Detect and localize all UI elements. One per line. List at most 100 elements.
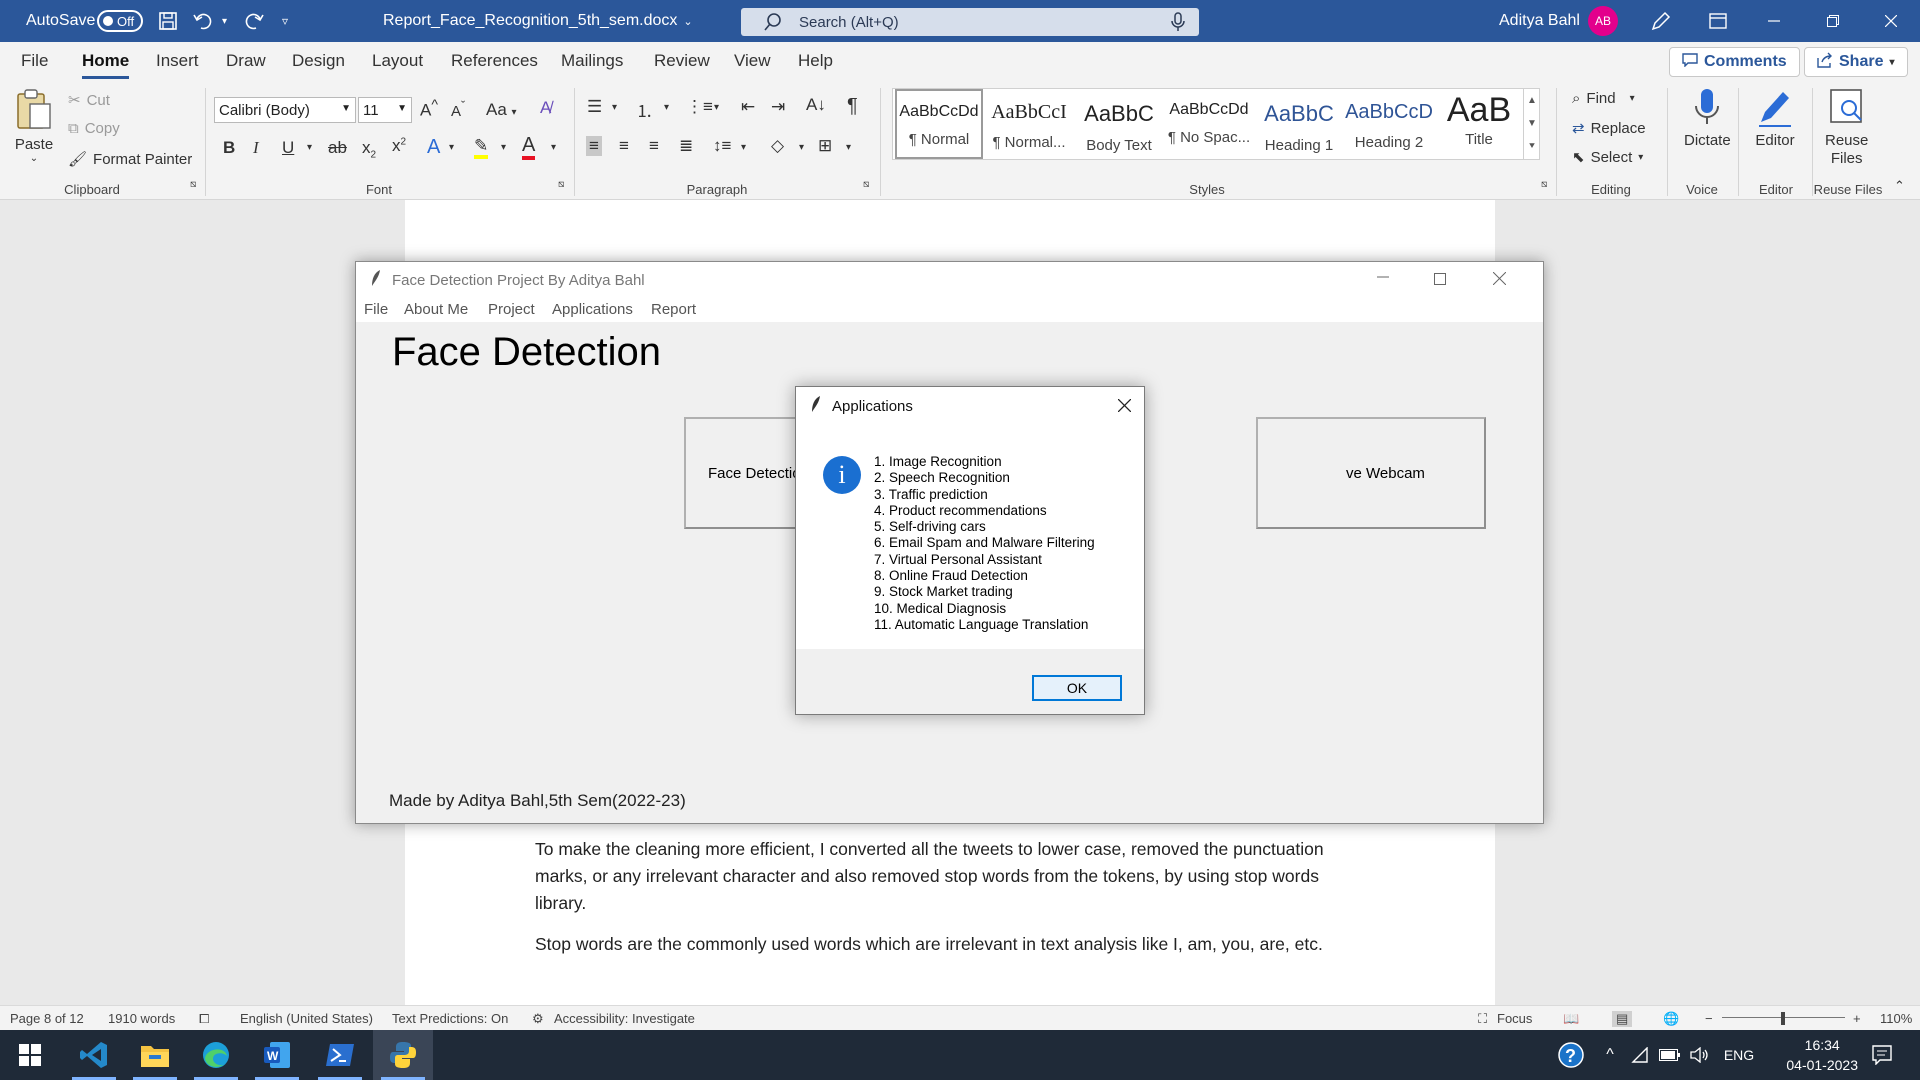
text-effects-icon[interactable]: A: [427, 136, 440, 159]
restore-icon[interactable]: [1804, 0, 1862, 42]
strikethrough-icon[interactable]: ab: [328, 138, 347, 158]
app-menu-project[interactable]: Project: [488, 301, 535, 318]
redo-icon[interactable]: [242, 0, 264, 42]
close-icon[interactable]: [1862, 0, 1920, 42]
numbering-icon[interactable]: ⒈: [636, 97, 653, 122]
collapse-ribbon-icon[interactable]: ⌃: [1894, 178, 1905, 194]
style-normal[interactable]: AaBbCcDd ¶ Normal: [895, 89, 983, 159]
edge-icon[interactable]: [186, 1030, 246, 1080]
styles-scroll[interactable]: ▲ ▼ ⯆: [1523, 89, 1540, 159]
font-name-combo[interactable]: Calibri (Body) ▼: [214, 97, 356, 123]
tab-review[interactable]: Review: [654, 51, 710, 71]
chevron-down-icon[interactable]: ▾: [664, 102, 669, 113]
search-box[interactable]: Search (Alt+Q): [741, 8, 1199, 36]
undo-icon[interactable]: [193, 0, 215, 42]
save-icon[interactable]: [158, 0, 178, 42]
tab-file[interactable]: File: [21, 51, 48, 71]
chevron-down-icon[interactable]: ▾: [551, 142, 556, 153]
language-indicator[interactable]: English (United States): [240, 1011, 373, 1026]
format-painter-button[interactable]: 🖌 Format Painter: [68, 150, 192, 169]
style-no-spacing[interactable]: AaBbCcDd ¶ No Spac...: [1165, 89, 1253, 159]
chevron-down-icon[interactable]: ▾: [307, 142, 312, 153]
change-case-button[interactable]: Aa ▾: [486, 100, 517, 120]
maximize-icon[interactable]: [1434, 272, 1446, 289]
font-color-icon[interactable]: A: [522, 134, 536, 160]
zoom-slider-thumb[interactable]: [1781, 1012, 1785, 1025]
ok-button[interactable]: OK: [1032, 675, 1122, 701]
sort-icon[interactable]: A↓: [806, 95, 826, 115]
italic-icon[interactable]: I: [253, 138, 259, 158]
app-menu-report[interactable]: Report: [651, 301, 696, 318]
select-button[interactable]: ⬉ Select ▾: [1572, 148, 1643, 167]
network-icon[interactable]: [1625, 1030, 1655, 1080]
decrease-indent-icon[interactable]: ⇤: [741, 97, 755, 117]
paste-button[interactable]: Paste ⌄: [14, 88, 54, 164]
zoom-in-icon[interactable]: +: [1853, 1011, 1861, 1026]
tab-insert[interactable]: Insert: [156, 51, 199, 71]
page-count[interactable]: Page 8 of 12: [10, 1011, 84, 1026]
zoom-out-icon[interactable]: −: [1705, 1011, 1713, 1026]
dictate-button[interactable]: Dictate: [1684, 86, 1731, 149]
highlight-icon[interactable]: ✎: [474, 136, 489, 159]
file-explorer-icon[interactable]: [125, 1030, 185, 1080]
chevron-down-icon[interactable]: ▾: [799, 142, 804, 153]
tab-help[interactable]: Help: [798, 51, 833, 71]
chevron-down-icon[interactable]: ▾: [612, 102, 617, 113]
copy-button[interactable]: ⧉ Copy: [68, 120, 120, 137]
powershell-icon[interactable]: [310, 1030, 370, 1080]
app-menu-file[interactable]: File: [364, 301, 388, 318]
paragraph-launcher-icon[interactable]: ⧅: [863, 179, 869, 190]
share-button[interactable]: Share ▾: [1804, 47, 1908, 77]
style-heading-1[interactable]: AaBbC Heading 1: [1255, 89, 1343, 159]
python-app-icon[interactable]: [373, 1030, 433, 1080]
chevron-down-icon[interactable]: ▾: [449, 142, 454, 153]
pilcrow-icon[interactable]: ¶: [847, 95, 858, 118]
shrink-font-icon[interactable]: Aˇ: [451, 99, 465, 120]
proofing-icon[interactable]: ⧠: [199, 1011, 209, 1027]
web-layout-icon[interactable]: 🌐: [1663, 1011, 1679, 1027]
font-size-combo[interactable]: 11 ▼: [358, 97, 412, 123]
accessibility-status[interactable]: Accessibility: Investigate: [554, 1011, 695, 1026]
word-count[interactable]: 1910 words: [108, 1011, 175, 1026]
tab-design[interactable]: Design: [292, 51, 345, 71]
focus-mode[interactable]: Focus: [1497, 1011, 1532, 1026]
editor-button[interactable]: Editor: [1755, 86, 1795, 149]
chevron-down-icon[interactable]: ▾: [501, 142, 506, 153]
styles-launcher-icon[interactable]: ⧅: [1541, 179, 1547, 190]
live-webcam-button[interactable]: ve Webcam: [1256, 417, 1486, 529]
word-icon[interactable]: W: [247, 1030, 307, 1080]
borders-icon[interactable]: ⊞: [818, 136, 832, 156]
style-normal-2[interactable]: AaBbCcI ¶ Normal...: [985, 89, 1073, 159]
tab-home[interactable]: Home: [82, 51, 130, 79]
bullets-icon[interactable]: ☰: [587, 97, 602, 117]
grow-font-icon[interactable]: A^: [420, 97, 438, 121]
align-right-icon[interactable]: ≡: [649, 136, 659, 156]
show-hidden-icons-icon[interactable]: ^: [1595, 1030, 1625, 1080]
style-title[interactable]: AaB Title: [1435, 89, 1523, 159]
close-icon[interactable]: [1117, 398, 1132, 416]
pen-icon[interactable]: [1650, 0, 1672, 42]
notifications-icon[interactable]: [1862, 1030, 1902, 1080]
multilevel-list-icon[interactable]: ⋮≡: [686, 97, 713, 117]
microphone-icon[interactable]: [1171, 12, 1185, 32]
style-body-text[interactable]: AaBbC Body Text: [1075, 89, 1163, 159]
undo-dropdown-icon[interactable]: ▾: [222, 0, 227, 42]
clear-formatting-icon[interactable]: A̸: [540, 98, 551, 118]
app-menu-about-me[interactable]: About Me: [404, 301, 468, 318]
document-name[interactable]: Report_Face_Recognition_5th_sem.docx ⌄: [383, 0, 693, 42]
justify-icon[interactable]: ≣: [679, 136, 693, 156]
read-mode-icon[interactable]: 📖: [1563, 1011, 1579, 1027]
customize-qat-icon[interactable]: ▿: [282, 0, 288, 42]
superscript-icon[interactable]: x2: [392, 136, 406, 156]
system-clock[interactable]: 16:34 04-01-2023: [1786, 1035, 1858, 1075]
close-icon[interactable]: [1492, 271, 1507, 289]
cut-button[interactable]: ✂ Cut: [68, 91, 110, 110]
tab-draw[interactable]: Draw: [226, 51, 266, 71]
vscode-icon[interactable]: [64, 1030, 124, 1080]
chevron-down-icon[interactable]: ▾: [714, 102, 719, 113]
autosave-toggle[interactable]: Off: [97, 0, 143, 42]
battery-icon[interactable]: [1655, 1030, 1685, 1080]
help-icon[interactable]: ?: [1547, 1030, 1595, 1080]
replace-button[interactable]: ⇄ Replace: [1572, 119, 1646, 138]
zoom-level[interactable]: 110%: [1880, 1011, 1912, 1026]
